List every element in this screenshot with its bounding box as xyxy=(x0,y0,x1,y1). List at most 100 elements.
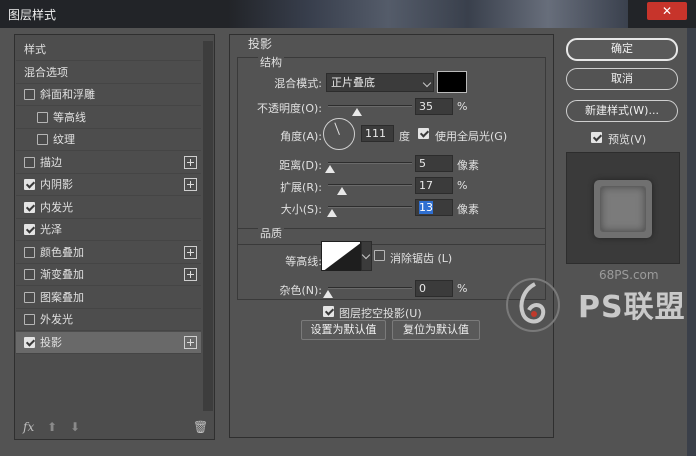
style-item-checkbox[interactable] xyxy=(24,89,35,100)
distance-slider-handle[interactable] xyxy=(324,165,335,173)
add-effect-icon[interactable] xyxy=(184,335,197,349)
style-item-checkbox[interactable] xyxy=(24,246,35,258)
antialias-checkbox[interactable] xyxy=(374,250,385,261)
structure-group: 结构 混合模式: 正片叠底 不透明度(O): 35 % 角度(A): 111 度… xyxy=(237,54,546,245)
style-item-checkbox[interactable] xyxy=(24,291,35,303)
spread-slider-track[interactable] xyxy=(328,184,412,186)
style-item-label: 斜面和浮雕 xyxy=(40,88,95,101)
add-effect-icon[interactable] xyxy=(184,178,197,191)
add-effect-icon[interactable] xyxy=(184,245,197,259)
preview-label: 预览(V) xyxy=(608,133,647,146)
style-list-panel: 样式 混合选项斜面和浮雕等高线 纹理描边内阴影内发光光泽 颜色叠加渐变叠加图案叠加外发… xyxy=(14,34,215,440)
style-item-checkbox[interactable] xyxy=(24,201,35,213)
trash-icon[interactable]: 🗑 xyxy=(193,420,208,434)
style-item[interactable]: 渐变叠加 xyxy=(16,264,201,286)
style-item-checkbox[interactable] xyxy=(37,134,48,145)
style-list-scrollbar[interactable] xyxy=(203,41,213,411)
style-item-checkbox[interactable] xyxy=(24,156,35,168)
watermark-logo-text: PS联盟 xyxy=(578,290,686,325)
distance-slider-track[interactable] xyxy=(328,162,412,164)
window-title: 图层样式 xyxy=(8,8,57,22)
style-item-label: 渐变叠加 xyxy=(40,268,84,281)
cancel-button[interactable]: 取消 xyxy=(566,68,678,90)
contour-label: 等高线: xyxy=(285,255,322,268)
structure-heading: 结构 xyxy=(258,54,284,70)
style-item[interactable]: 样式 xyxy=(16,39,201,61)
style-item[interactable]: 颜色叠加 xyxy=(16,242,201,264)
close-button[interactable]: ✕ xyxy=(647,2,687,20)
style-item-checkbox[interactable] xyxy=(24,269,35,280)
knockout-checkbox[interactable] xyxy=(323,306,334,317)
opacity-slider-handle[interactable] xyxy=(352,108,363,116)
spread-slider-handle[interactable] xyxy=(337,187,348,195)
section-heading-drop-shadow: 投影 xyxy=(248,37,273,51)
style-item[interactable]: 投影 xyxy=(16,331,201,354)
drop-shadow-panel: 投影 结构 混合模式: 正片叠底 不透明度(O): 35 % 角度(A): 11… xyxy=(229,34,554,438)
distance-input[interactable]: 5 xyxy=(415,155,453,172)
contour-curve-icon xyxy=(324,243,360,270)
style-item[interactable]: 斜面和浮雕 xyxy=(16,84,201,106)
style-item-label: 内发光 xyxy=(40,200,73,214)
spread-unit: % xyxy=(457,179,468,192)
blend-mode-label: 混合模式: xyxy=(274,77,322,90)
size-slider-handle[interactable] xyxy=(327,209,338,217)
preview-swatch-inner xyxy=(600,186,646,232)
reset-default-button[interactable]: 复位为默认值 xyxy=(392,320,480,340)
opacity-slider-track[interactable] xyxy=(328,105,412,107)
add-effect-icon[interactable] xyxy=(184,155,197,169)
distance-label: 距离(D): xyxy=(279,159,322,172)
style-item[interactable]: 图案叠加 xyxy=(16,287,201,309)
ok-button[interactable]: 确定 xyxy=(566,38,678,61)
contour-picker[interactable] xyxy=(321,241,361,271)
noise-slider-track[interactable] xyxy=(328,287,412,289)
blend-mode-value: 正片叠底 xyxy=(331,76,375,89)
size-slider-track[interactable] xyxy=(328,206,412,208)
style-item[interactable]: 内发光 xyxy=(16,197,201,219)
style-item[interactable]: 描边 xyxy=(16,152,201,174)
noise-input[interactable]: 0 xyxy=(415,280,453,297)
add-effect-icon[interactable] xyxy=(184,268,197,281)
move-up-icon[interactable]: ⬆ xyxy=(47,420,57,434)
move-down-icon[interactable]: ⬇ xyxy=(70,420,80,434)
style-item[interactable]: 外发光 xyxy=(16,309,201,331)
preview-checkbox[interactable] xyxy=(591,132,602,143)
style-item-checkbox[interactable] xyxy=(24,314,35,325)
size-input[interactable]: 13 xyxy=(415,199,453,216)
style-item[interactable]: 等高线 xyxy=(16,107,201,129)
style-item-checkbox[interactable] xyxy=(24,336,35,348)
shadow-color-swatch[interactable] xyxy=(437,71,467,93)
background-edge xyxy=(687,28,696,456)
make-default-button[interactable]: 设置为默认值 xyxy=(301,320,386,340)
noise-label: 杂色(N): xyxy=(279,284,322,297)
contour-dropdown-button[interactable] xyxy=(361,241,372,271)
antialias-label: 消除锯齿 (L) xyxy=(390,252,453,265)
noise-slider-handle[interactable] xyxy=(323,290,333,298)
angle-dial[interactable] xyxy=(323,118,355,150)
style-item-label: 描边 xyxy=(40,155,62,169)
style-item-checkbox[interactable] xyxy=(24,179,35,190)
quality-group: 品质 等高线: 消除锯齿 (L) 杂色(N): 0 % xyxy=(237,225,546,300)
spread-input[interactable]: 17 xyxy=(415,177,453,194)
preview-swatch-outer xyxy=(594,180,652,238)
style-item[interactable]: 光泽 xyxy=(16,219,201,241)
style-item-checkbox[interactable] xyxy=(24,224,35,235)
style-item[interactable]: 纹理 xyxy=(16,129,201,151)
style-preview xyxy=(566,152,680,264)
blend-mode-select[interactable]: 正片叠底 xyxy=(326,73,434,92)
global-light-label: 使用全局光(G) xyxy=(435,130,508,143)
style-item[interactable]: 混合选项 xyxy=(16,62,201,84)
watermark-logo-icon xyxy=(506,278,560,332)
style-item-label: 外发光 xyxy=(40,313,73,326)
distance-unit: 像素 xyxy=(457,159,479,172)
new-style-button[interactable]: 新建样式(W)... xyxy=(566,100,678,122)
style-item-label: 投影 xyxy=(40,335,62,349)
fx-icon[interactable]: fx xyxy=(23,420,34,434)
style-item[interactable]: 内阴影 xyxy=(16,174,201,196)
angle-input[interactable]: 111 xyxy=(361,125,394,142)
global-light-checkbox[interactable] xyxy=(418,128,429,139)
opacity-input[interactable]: 35 xyxy=(415,98,453,115)
watermark-site: 68PS.com xyxy=(599,268,659,282)
style-item-checkbox[interactable] xyxy=(37,111,48,123)
size-input-value: 13 xyxy=(419,201,433,214)
style-item-label: 内阴影 xyxy=(40,178,73,191)
